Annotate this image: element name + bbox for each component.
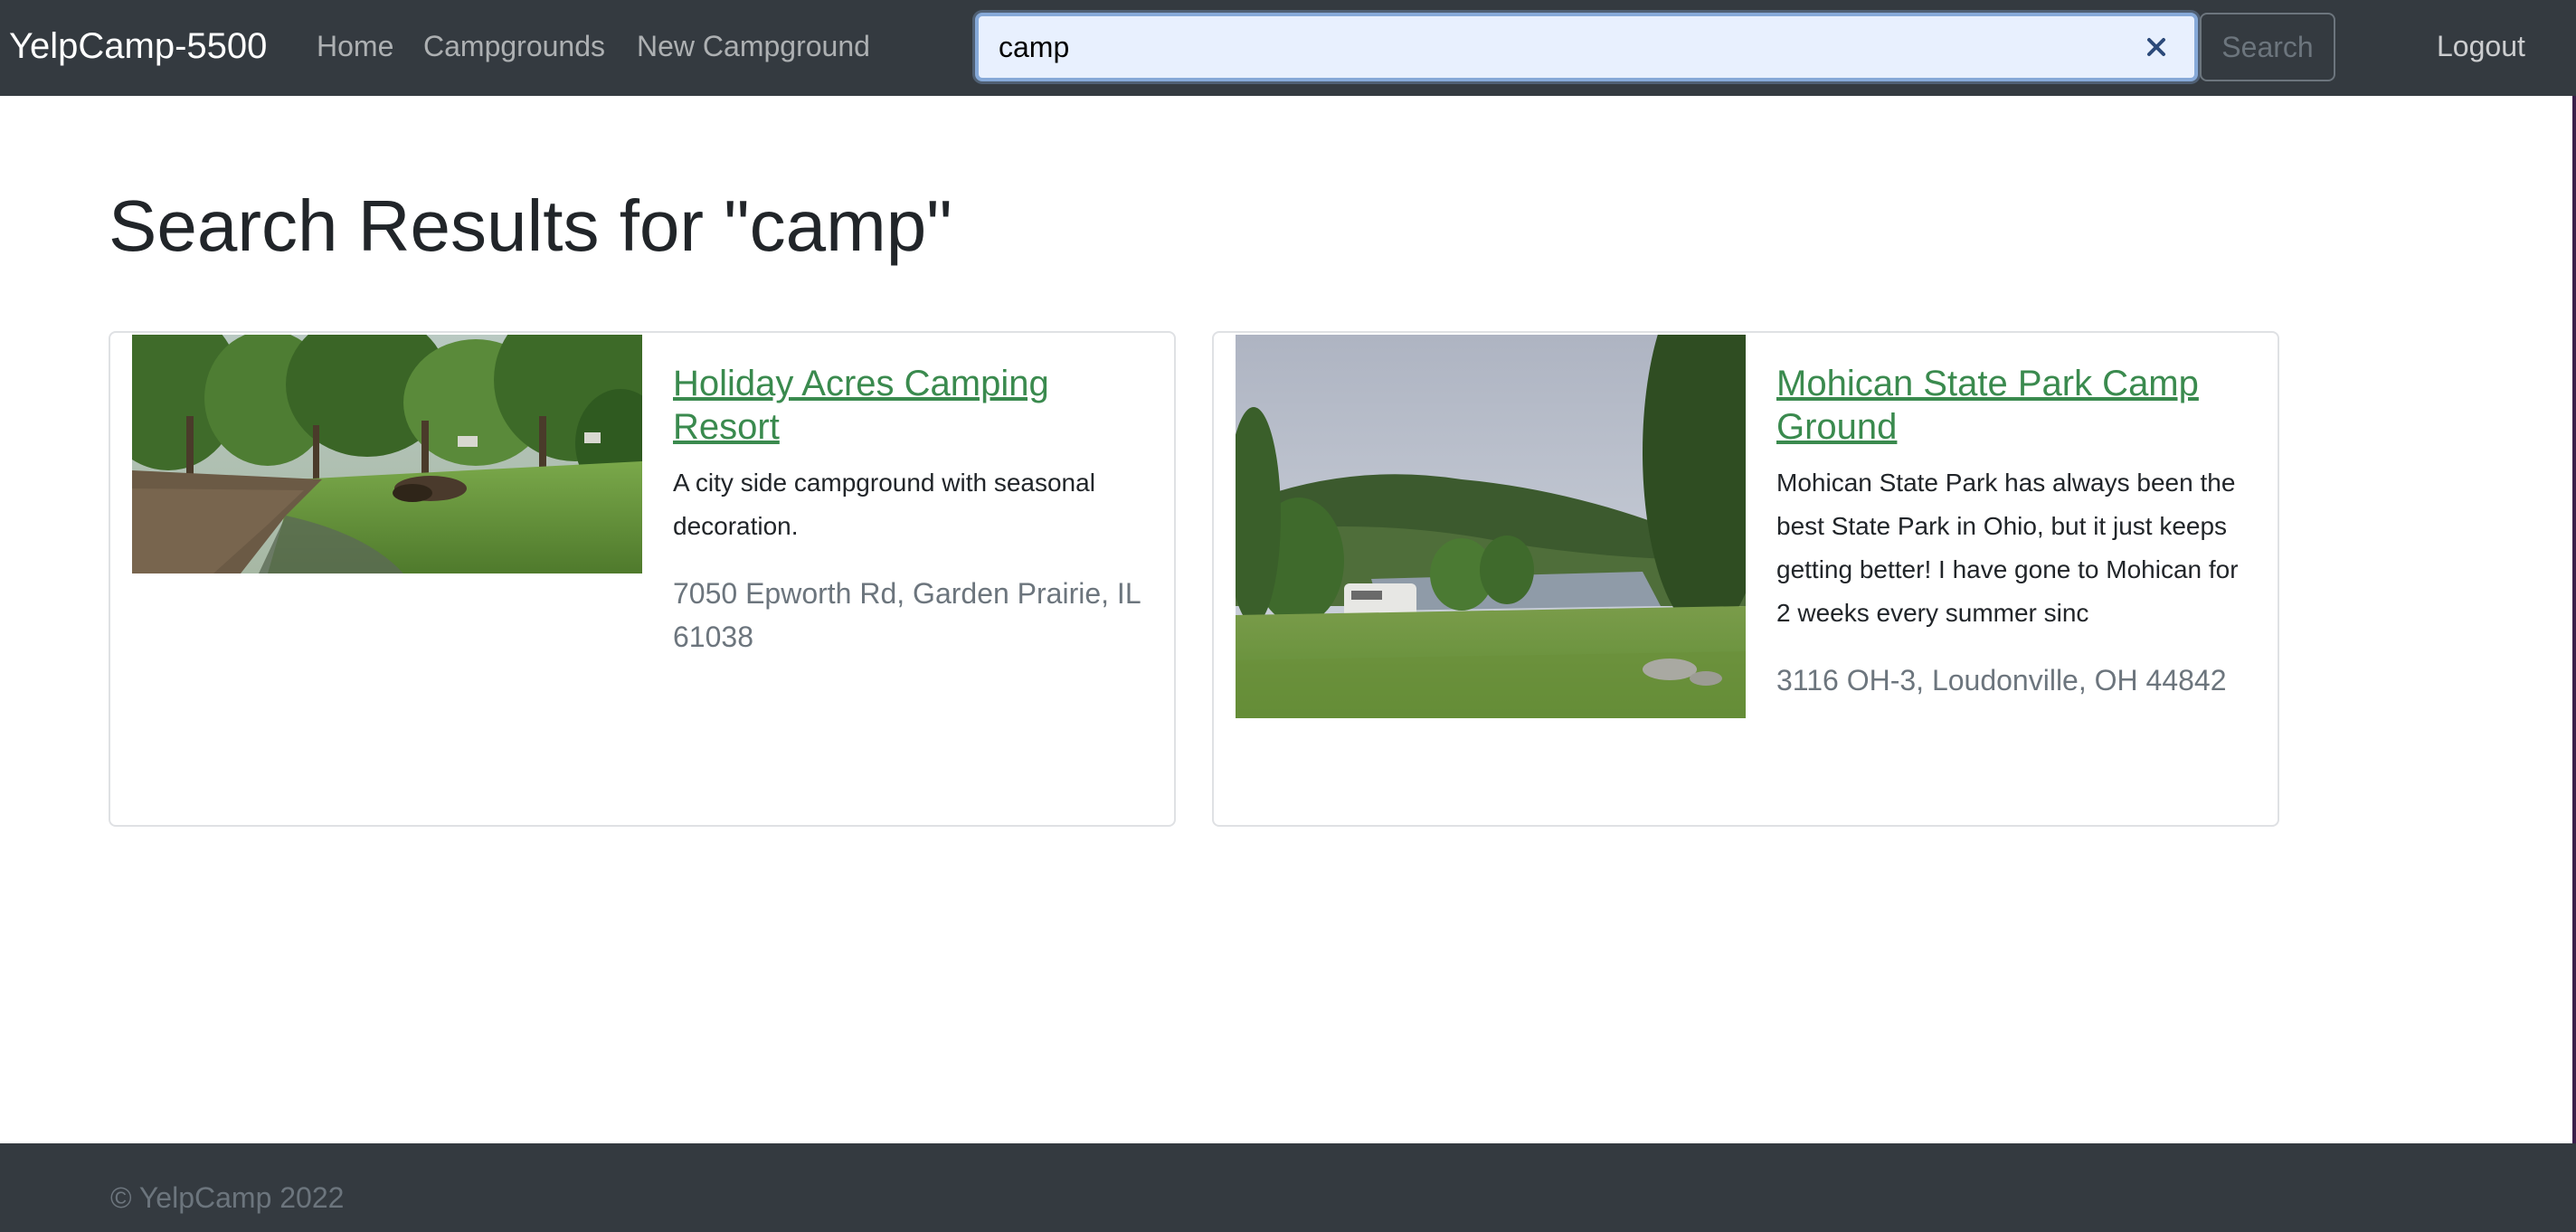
campground-image [1236, 335, 1746, 718]
campground-title-link[interactable]: Holiday Acres Camping Resort [673, 362, 1143, 449]
search-button[interactable]: Search [2200, 13, 2335, 81]
navbar: YelpCamp-5500 Home Campgrounds New Campg… [0, 0, 2576, 96]
nav-link-new-campground[interactable]: New Campground [637, 25, 870, 67]
campground-image [132, 335, 642, 573]
campground-card: Mohican State Park Camp Ground Mohican S… [1212, 331, 2279, 827]
search-form: Search [975, 13, 2335, 81]
campground-description: A city side campground with seasonal dec… [673, 469, 1095, 540]
campground-address: 3116 OH-3, Loudonville, OH 44842 [1776, 664, 2227, 697]
campground-card-body: Holiday Acres Camping Resort A city side… [673, 362, 1143, 659]
footer-copyright: © YelpCamp 2022 [110, 1181, 345, 1214]
search-input-wrapper [975, 13, 2198, 81]
campground-card: Holiday Acres Camping Resort A city side… [109, 331, 1176, 827]
logout-link[interactable]: Logout [2437, 25, 2525, 67]
window-edge [2572, 96, 2576, 1143]
brand-link[interactable]: YelpCamp-5500 [9, 22, 267, 71]
nav-link-home[interactable]: Home [317, 25, 393, 67]
page-title: Search Results for "camp" [109, 185, 952, 266]
search-input[interactable] [999, 16, 2102, 78]
close-icon[interactable] [2138, 29, 2174, 65]
campground-title-link[interactable]: Mohican State Park Camp Ground [1776, 362, 2247, 449]
campground-address: 7050 Epworth Rd, Garden Prairie, IL 6103… [673, 577, 1141, 653]
nav-link-campgrounds[interactable]: Campgrounds [423, 25, 605, 67]
campground-card-body: Mohican State Park Camp Ground Mohican S… [1776, 362, 2247, 702]
footer: © YelpCamp 2022 [0, 1143, 2576, 1232]
campground-description: Mohican State Park has always been the b… [1776, 469, 2239, 627]
